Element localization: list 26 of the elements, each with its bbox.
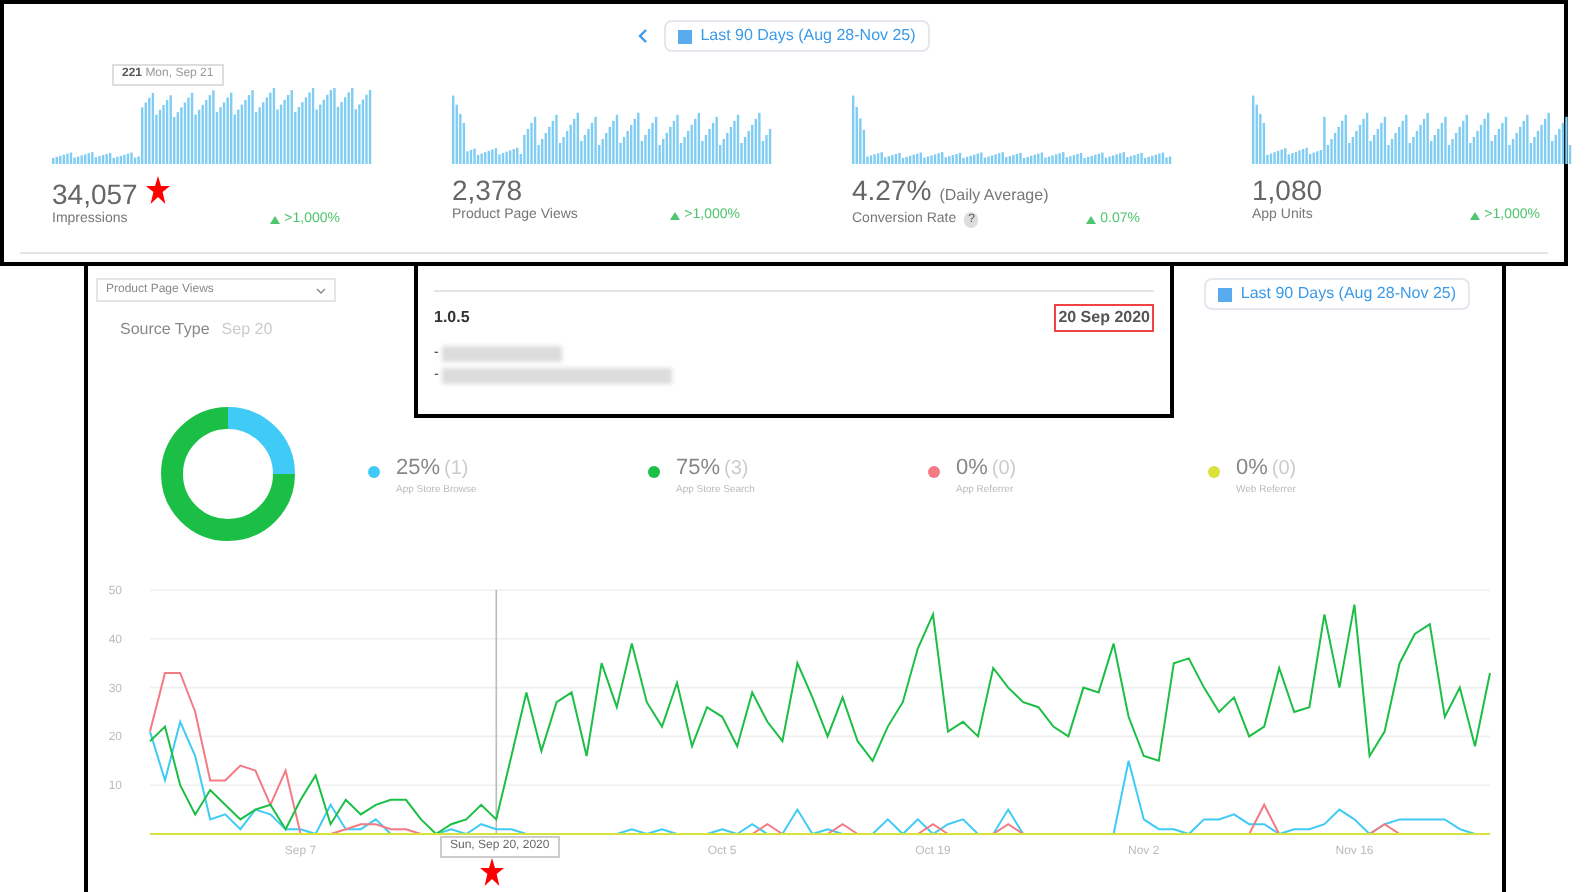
metric-value: 34,057 <box>52 180 138 208</box>
legend-percent: 0% <box>956 458 988 480</box>
star-icon <box>145 176 170 204</box>
legend-percent: 25% <box>396 458 441 480</box>
date-range-button[interactable]: Last 90 Days (Aug 28-Nov 25) <box>1204 278 1470 310</box>
section-title: Source Type <box>120 318 210 342</box>
blurred-text <box>442 346 563 362</box>
metric-value: 1,080 <box>1252 176 1323 204</box>
metric-value: 2,378 <box>452 176 523 204</box>
version-number: 1.0.5 <box>434 306 470 330</box>
metric-value: 4.27% <box>852 176 932 204</box>
calendar-icon <box>678 29 693 43</box>
chevron-left-icon[interactable] <box>638 28 649 44</box>
legend-percent: 0% <box>1236 458 1268 480</box>
up-triangle-icon <box>1470 212 1481 221</box>
up-triangle-icon <box>1086 216 1097 225</box>
metric-note: (Daily Average) <box>939 184 1049 208</box>
release-date: 20 Sep 2020 <box>1054 304 1154 332</box>
up-triangle-icon <box>270 216 281 225</box>
legend-percent: 75% <box>676 458 721 480</box>
up-triangle-icon <box>670 212 681 221</box>
donut-chart <box>160 406 296 542</box>
chevron-down-icon <box>316 287 326 293</box>
calendar-icon <box>1218 287 1233 301</box>
star-icon <box>480 858 504 886</box>
date-range-button[interactable]: Last 90 Days (Aug 28-Nov 25) <box>664 20 930 52</box>
